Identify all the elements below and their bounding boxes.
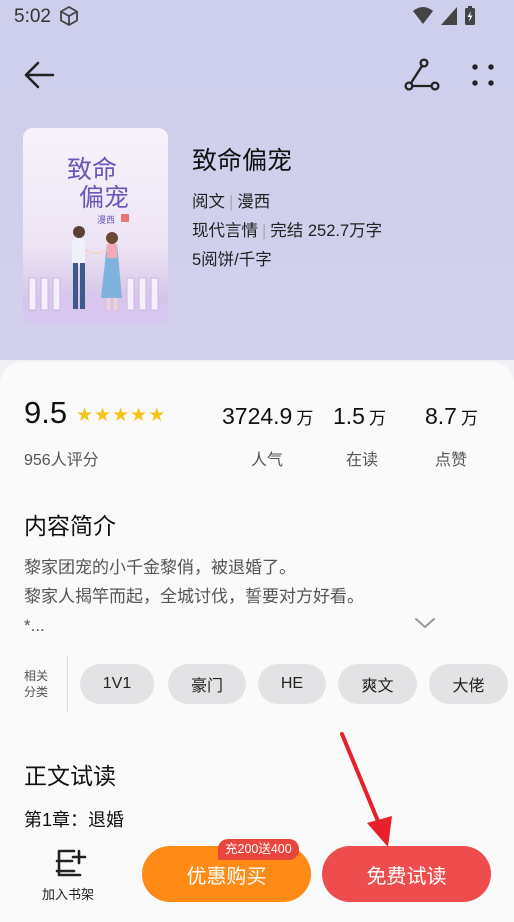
synopsis-text[interactable]: 黎家团宠的小千金黎俏，被退婚了。 黎家人揭竿而起，全城讨伐，誓要对方好看。 *.…	[24, 553, 444, 640]
tag-chip[interactable]: 豪门	[168, 664, 246, 704]
rating-count: 956人评分	[24, 452, 99, 469]
related-categories-label: 相关 分类	[24, 669, 49, 699]
publisher: 阅文	[192, 193, 225, 211]
book-price: 5阅饼/千字	[192, 251, 272, 269]
status-indicators	[412, 6, 476, 26]
synopsis-line: 黎家人揭竿而起，全城讨伐，誓要对方好看。	[24, 587, 364, 606]
book-title: 致命偏宠	[192, 147, 293, 175]
separator: |	[262, 222, 267, 240]
stat-likes-label: 点赞	[435, 452, 468, 469]
free-read-button[interactable]: 免费试读	[322, 846, 491, 902]
back-arrow-icon[interactable]	[22, 58, 56, 92]
stat-popularity-value: 3724.9 万	[222, 403, 314, 429]
star-icon: ★	[148, 405, 166, 426]
book-genre-status: 现代言情 | 完结 252.7万字	[192, 217, 382, 241]
star-icon: ★	[130, 405, 148, 426]
tag-chip[interactable]: 爽文	[338, 664, 417, 704]
synopsis-line: *...	[24, 616, 45, 635]
cube-icon	[60, 6, 78, 26]
signal-icon	[441, 7, 457, 25]
word-count: 完结 252.7万字	[270, 222, 383, 240]
share-icon[interactable]	[404, 58, 440, 92]
genre: 现代言情	[192, 222, 258, 240]
cover-author-stamp: 漫西	[97, 215, 116, 225]
rating-score: 9.5	[24, 395, 68, 430]
status-time: 5:02	[14, 6, 51, 27]
star-icon: ★	[112, 405, 130, 426]
stat-reading-value: 1.5 万	[333, 403, 386, 429]
chapter-title[interactable]: 第1章：退婚	[24, 806, 124, 832]
wifi-icon	[413, 7, 433, 24]
annotation-arrow-icon	[340, 732, 392, 847]
star-icon: ★	[94, 405, 112, 426]
star-icon: ★	[76, 405, 94, 426]
tag-chip[interactable]: 大佬	[429, 664, 508, 704]
cover-seal	[121, 214, 129, 222]
synopsis-heading: 内容简介	[24, 513, 116, 539]
book-publisher-author: 阅文 | 漫西	[192, 188, 270, 212]
rating-stars: ★ ★ ★ ★ ★	[76, 406, 165, 426]
tag-chip[interactable]: 1V1	[80, 664, 154, 704]
stat-reading-label: 在读	[346, 452, 379, 469]
more-options-icon[interactable]	[462, 60, 502, 92]
add-to-shelf-label[interactable]: 加入书架	[42, 884, 94, 903]
synopsis-line: 黎家团宠的小千金黎俏，被退婚了。	[24, 558, 296, 577]
divider	[67, 656, 68, 712]
add-to-shelf-icon[interactable]	[52, 847, 88, 879]
promo-badge: 充200送400	[218, 839, 299, 860]
stat-likes-value: 8.7 万	[425, 403, 478, 429]
book-cover: 致命 偏宠 漫西	[23, 128, 168, 323]
stat-popularity-label: 人气	[251, 452, 284, 469]
chevron-down-icon[interactable]	[414, 616, 436, 630]
preview-heading: 正文试读	[24, 763, 116, 789]
separator: |	[229, 193, 234, 211]
tag-chip[interactable]: HE	[258, 664, 326, 704]
battery-icon	[465, 6, 475, 25]
cover-title-line2: 偏宠	[79, 183, 130, 212]
author-link[interactable]: 漫西	[237, 193, 270, 211]
